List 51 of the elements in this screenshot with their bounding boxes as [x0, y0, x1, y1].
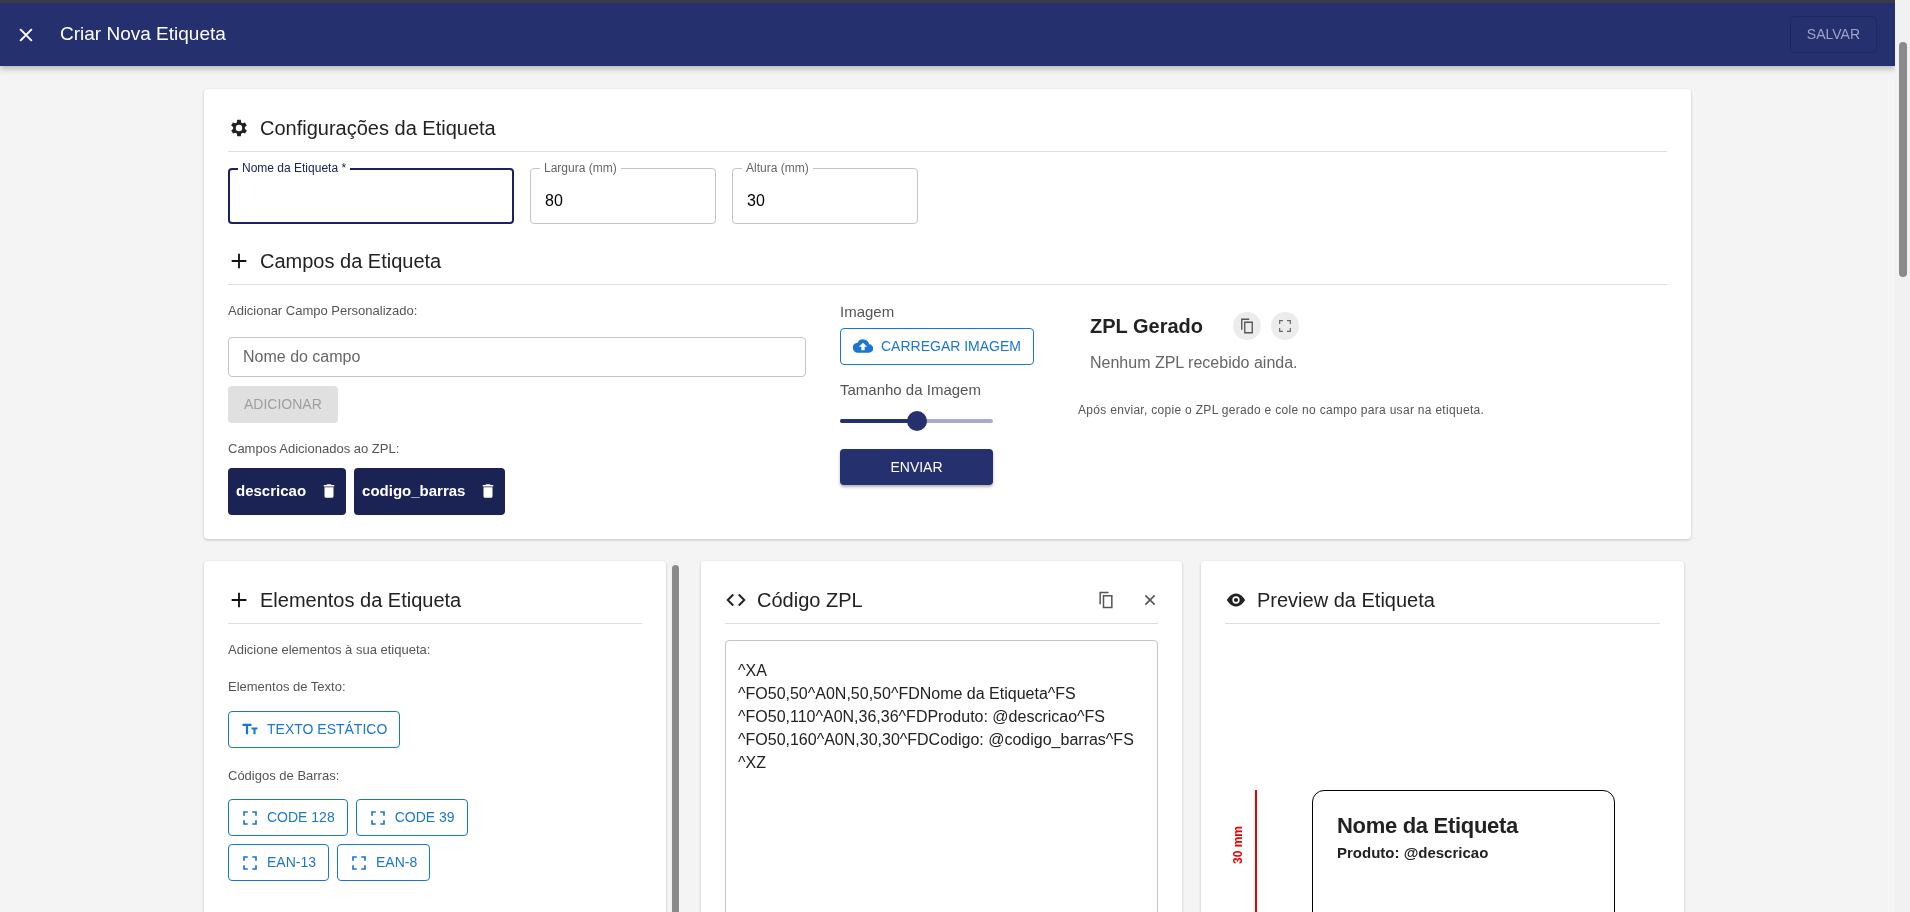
cloud-upload-icon	[853, 336, 873, 356]
code-line: ^FO50,50^A0N,50,50^FDNome da Etiqueta^FS	[738, 683, 1077, 704]
field-label: Tamanho da Imagem	[840, 379, 981, 400]
label-text: Produto: @descricao	[1337, 842, 1490, 863]
section-title: Elementos da Etiqueta	[260, 587, 462, 613]
hint-text: Após enviar, copie o ZPL gerado e cole no campo para usar na etiqueta.	[1078, 402, 1485, 419]
copy-icon	[1238, 317, 1256, 335]
dimension-label: 30 mm	[1231, 825, 1245, 864]
field-label: Nome da Etiqueta *	[238, 161, 351, 175]
code-line: ^FO50,160^A0N,30,30^FDCodigo: @codigo_barras^FS	[738, 729, 1135, 750]
fullscreen-icon	[1277, 318, 1293, 334]
section-title: Preview da Etiqueta	[1257, 587, 1435, 613]
field-label: Largura (mm)	[540, 161, 621, 175]
barcode-button[interactable]: CODE 128	[228, 799, 348, 836]
section-title: ZPL Gerado	[1090, 314, 1203, 339]
scan-icon	[241, 808, 259, 827]
code-line: ^XA	[738, 660, 768, 681]
code-field[interactable]: ^XA ^FO50,50^A0N,50,50^FDNome da Etiqueta^FS ^FO50,110^A0N,36,36^FDProduto: @descricao^FS ^FO50,160^A0N,30,30^FDCodigo: @codigo_barras^FS ^XZ	[725, 639, 1158, 912]
send-button[interactable]: ENVIAR	[840, 449, 993, 485]
field-label: Adicionar Campo Personalizado:	[228, 302, 418, 320]
code-line: ^XZ	[738, 752, 767, 773]
scan-icon	[350, 853, 369, 872]
barcode-button[interactable]: EAN-13	[228, 844, 330, 881]
barcode-button[interactable]: CODE 39	[355, 799, 468, 836]
intro-text: Adicione elementos à sua etiqueta:	[228, 640, 432, 659]
section-title: Código ZPL	[757, 587, 863, 613]
section-title: Configurações da Etiqueta	[260, 116, 496, 141]
copy-button[interactable]	[1233, 312, 1261, 340]
label-title: Nome da Etiqueta	[1337, 811, 1520, 840]
group-label: Códigos de Barras:	[228, 766, 341, 785]
chip-label: descricao	[236, 481, 307, 501]
status-text: Nenhum ZPL recebido ainda.	[1090, 353, 1299, 373]
field-label: Altura (mm)	[742, 161, 813, 175]
slider-thumb[interactable]	[906, 411, 927, 431]
copy-icon	[1096, 589, 1116, 610]
gear-icon	[228, 117, 250, 139]
barcode-button[interactable]: EAN-8	[337, 844, 431, 881]
scan-icon	[368, 808, 387, 827]
field-label: Imagem	[840, 302, 895, 322]
group-label: Elementos de Texto:	[228, 678, 347, 696]
field-label: Campos Adicionados ao ZPL:	[228, 439, 400, 458]
scan-icon	[241, 853, 259, 872]
section-title: Campos da Etiqueta	[260, 249, 442, 274]
chip-label: codigo_barras	[362, 481, 466, 501]
code-line: ^FO50,110^A0N,36,36^FDProduto: @descricao^FS	[738, 706, 1107, 727]
upload-button[interactable]: CARREGAR IMAGEM	[840, 327, 1034, 365]
image-size-slider[interactable]	[840, 411, 993, 431]
copy-button[interactable]	[1096, 589, 1116, 610]
text-button[interactable]: TEXTO ESTÁTICO	[228, 710, 401, 748]
fullscreen-button[interactable]	[1271, 312, 1299, 340]
page-title: Criar Nova Etiqueta	[60, 22, 226, 47]
